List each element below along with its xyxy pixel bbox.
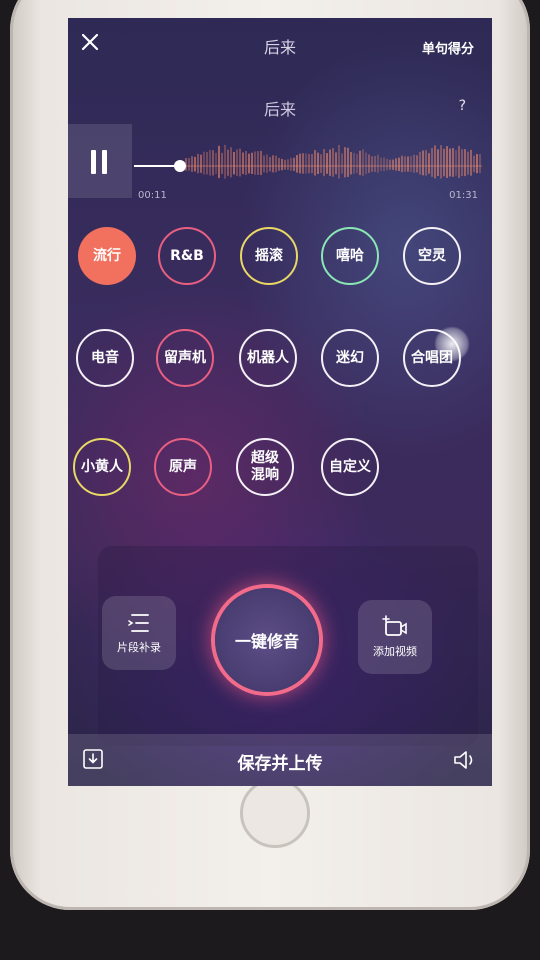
- video-add-icon: [382, 615, 407, 636]
- top-bar: 后来 单句得分: [68, 18, 492, 70]
- help-icon[interactable]: ?: [459, 98, 466, 114]
- song-title: 后来: [263, 100, 296, 119]
- pause-button[interactable]: [68, 124, 132, 198]
- effect-label: 自定义: [329, 458, 371, 475]
- waveform-scrubber[interactable]: [132, 136, 482, 196]
- effect-label: 原声: [169, 458, 197, 475]
- pause-icon: [88, 150, 112, 174]
- current-time: 00:11: [138, 190, 167, 201]
- total-time: 01:31: [449, 190, 478, 201]
- effect-electronic[interactable]: 电音: [76, 329, 134, 387]
- effect-rnb[interactable]: R&B: [158, 227, 216, 285]
- effect-label: 迷幻: [336, 349, 364, 366]
- home-button[interactable]: [240, 778, 310, 848]
- effect-label: 电音: [91, 349, 119, 366]
- sentence-score-button[interactable]: 单句得分: [422, 38, 474, 57]
- effect-rock[interactable]: 摇滚: [240, 227, 298, 285]
- effect-label: 流行: [93, 247, 121, 264]
- bottom-bar: 保存并上传: [68, 734, 492, 786]
- playhead-knob[interactable]: [174, 160, 186, 172]
- effect-gramophone[interactable]: 留声机: [156, 329, 214, 387]
- effect-label: 小黄人: [81, 458, 123, 475]
- effect-robot[interactable]: 机器人: [239, 329, 297, 387]
- segment-rerecord-label: 片段补录: [117, 641, 161, 654]
- app-screen: 后来 单句得分 后来 ? 00:11 01:31 流行 R&B 摇滚 嘻哈 空灵…: [68, 18, 492, 786]
- effect-label: 留声机: [164, 349, 206, 366]
- auto-tune-label: 一键修音: [234, 632, 299, 651]
- screen-glare: [434, 326, 470, 362]
- audio-player: 00:11 01:31: [68, 124, 492, 204]
- effect-label: 摇滚: [255, 247, 283, 264]
- effect-hiphop[interactable]: 嘻哈: [321, 227, 379, 285]
- save-upload-button[interactable]: 保存并上传: [68, 749, 492, 774]
- effect-label: 超级混响: [251, 450, 279, 483]
- effect-label: 嘻哈: [336, 247, 364, 264]
- add-video-button[interactable]: 添加视频: [358, 600, 432, 674]
- effect-label: R&B: [170, 247, 204, 264]
- effect-psychedelic[interactable]: 迷幻: [321, 329, 379, 387]
- effect-ethereal[interactable]: 空灵: [403, 227, 461, 285]
- list-adjust-icon: [128, 614, 149, 632]
- effect-label: 机器人: [247, 349, 289, 366]
- effect-pop[interactable]: 流行: [78, 227, 136, 285]
- effect-custom[interactable]: 自定义: [321, 438, 379, 496]
- effect-label: 空灵: [418, 247, 446, 264]
- effect-super-reverb[interactable]: 超级混响: [236, 438, 294, 496]
- volume-icon[interactable]: [452, 748, 478, 772]
- auto-tune-button[interactable]: 一键修音: [215, 588, 319, 692]
- add-video-label: 添加视频: [373, 645, 417, 658]
- effect-original[interactable]: 原声: [154, 438, 212, 496]
- segment-rerecord-button[interactable]: 片段补录: [102, 596, 176, 670]
- effect-minion[interactable]: 小黄人: [73, 438, 131, 496]
